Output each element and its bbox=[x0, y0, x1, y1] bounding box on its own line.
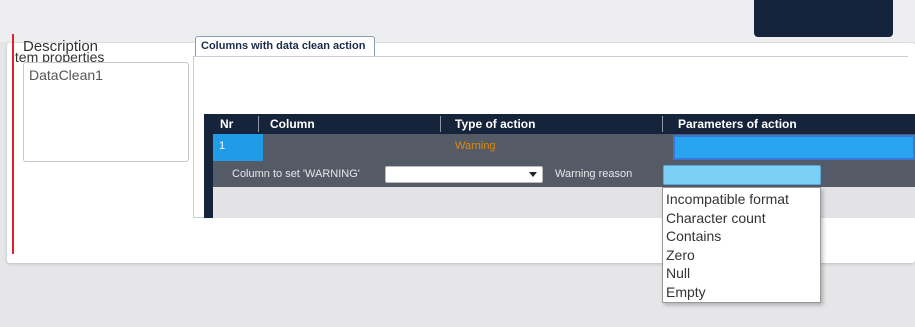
description-value: DataClean1 bbox=[29, 67, 103, 83]
column-header-nr[interactable]: Nr bbox=[220, 114, 233, 134]
description-field[interactable]: DataClean1 bbox=[23, 62, 189, 162]
toolbar-button[interactable] bbox=[754, 0, 893, 37]
tab-columns-with-data-clean-action[interactable]: Columns with data clean action bbox=[195, 36, 375, 56]
column-divider bbox=[440, 116, 441, 132]
grid-header: Nr Column Type of action Parameters of a… bbox=[204, 114, 915, 134]
dropdown-option-contains[interactable]: Contains bbox=[666, 227, 820, 246]
column-divider bbox=[258, 116, 259, 132]
warning-reason-dropdown: Incompatible format Character count Cont… bbox=[662, 187, 821, 303]
set-warning-column-label: Column to set 'WARNING' bbox=[232, 168, 360, 180]
warning-reason-select[interactable] bbox=[663, 165, 821, 185]
warning-reason-label: Warning reason bbox=[555, 168, 633, 180]
dropdown-option-character-count[interactable]: Character count bbox=[666, 209, 820, 228]
row-selector-strip bbox=[204, 134, 213, 218]
dropdown-option-empty[interactable]: Empty bbox=[666, 283, 820, 302]
cell-type-of-action[interactable]: Warning bbox=[455, 140, 496, 152]
required-indicator-bar bbox=[12, 34, 14, 254]
chevron-down-icon[interactable] bbox=[529, 172, 537, 177]
dropdown-option-null[interactable]: Null bbox=[666, 264, 820, 283]
cell-nr[interactable]: 1 bbox=[213, 134, 263, 161]
column-header-parameters-of-action[interactable]: Parameters of action bbox=[678, 114, 797, 134]
description-label: Description bbox=[23, 38, 99, 55]
cell-parameters-of-action[interactable] bbox=[673, 135, 915, 160]
column-header-type-of-action[interactable]: Type of action bbox=[455, 114, 535, 134]
column-header-column[interactable]: Column bbox=[270, 114, 315, 134]
dropdown-option-incompatible-format[interactable]: Incompatible format bbox=[666, 190, 820, 209]
set-warning-column-select[interactable] bbox=[385, 166, 543, 183]
dropdown-option-zero[interactable]: Zero bbox=[666, 246, 820, 265]
column-divider bbox=[662, 116, 663, 132]
